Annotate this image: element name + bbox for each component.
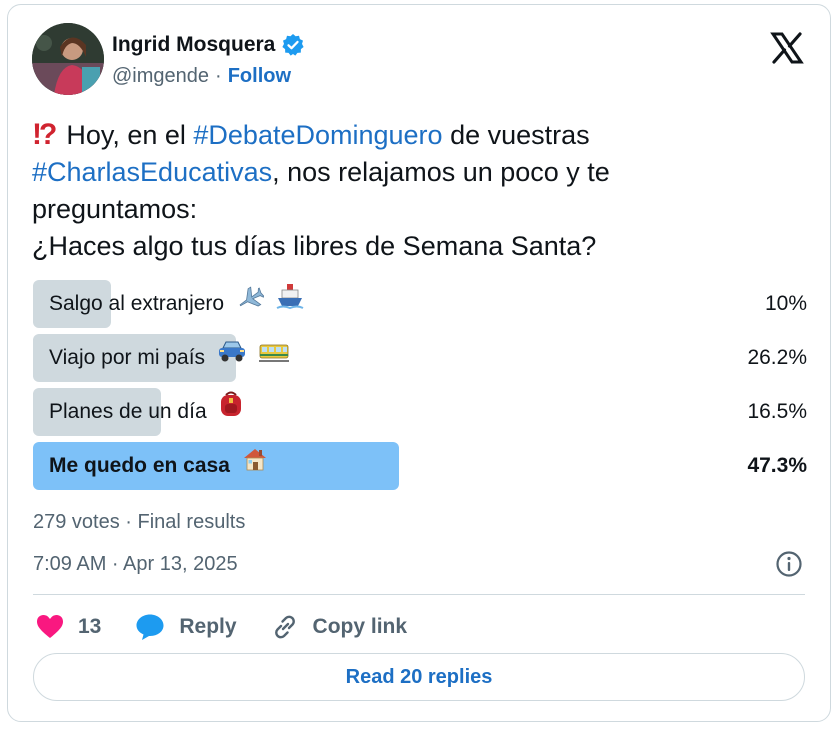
avatar[interactable] — [32, 23, 104, 95]
tweet-text: !? Hoy, en el #DebateDominguero de vuestr… — [32, 116, 812, 265]
poll-option-label: Viajo por mi país — [49, 334, 289, 382]
poll-meta: 279 votes · Final results — [33, 511, 246, 533]
tweet-text-part: , nos relajamos un poco y te — [272, 157, 610, 187]
house-icon — [242, 442, 268, 490]
poll-option-percent: 47.3% — [747, 454, 807, 477]
tweet-text-part: preguntamos: — [32, 194, 198, 224]
poll-option-winner: Me quedo en casa 47.3% — [33, 442, 807, 490]
action-bar: 13 Reply Copy link — [36, 608, 441, 646]
poll-option: Planes de un día 16.5% — [33, 388, 807, 436]
poll-option-text: Viajo por mi país — [49, 346, 206, 369]
reply-button[interactable]: Reply — [135, 613, 237, 641]
tram-icon — [258, 334, 289, 382]
handle-separator: · — [215, 65, 222, 87]
backpack-icon — [218, 388, 244, 436]
exclamation-question-icon: !? — [32, 118, 57, 151]
tweet-card: Ingrid Mosquera @imgende · Follow !? Hoy… — [7, 4, 831, 722]
poll-option-percent: 26.2% — [747, 346, 807, 369]
poll-option-percent: 10% — [764, 292, 807, 315]
poll-option-text: Planes de un día — [49, 400, 207, 423]
like-button[interactable]: 13 — [36, 614, 101, 640]
tweet-text-part: de vuestras — [442, 120, 590, 150]
read-replies-button[interactable]: Read 20 replies — [33, 653, 805, 701]
reply-bubble-icon — [135, 613, 165, 641]
poll-option-text: Salgo al extranjero — [49, 292, 225, 315]
poll-option: Salgo al extranjero 10% — [33, 280, 807, 328]
car-icon — [217, 334, 247, 382]
tweet-timestamp[interactable]: 7:09 AM · Apr 13, 2025 — [33, 553, 238, 576]
poll-option-percent: 16.5% — [747, 400, 807, 423]
poll-option-text: Me quedo en casa — [49, 454, 230, 477]
copy-link-label: Copy link — [312, 615, 408, 638]
reply-label: Reply — [179, 615, 237, 638]
author-handle[interactable]: @imgende — [112, 65, 209, 88]
poll-option-label: Planes de un día — [49, 388, 244, 436]
poll-option-label: Me quedo en casa — [49, 442, 268, 490]
copy-link-button[interactable]: Copy link — [271, 613, 408, 641]
poll: Salgo al extranjero 10% Viajo por mi paí… — [33, 280, 807, 496]
verified-badge-icon — [281, 33, 305, 57]
link-icon — [271, 613, 299, 641]
author-block: Ingrid Mosquera @imgende · Follow — [112, 31, 305, 88]
hashtag-debatedominguero[interactable]: #DebateDominguero — [193, 120, 442, 150]
airplane-icon — [236, 280, 265, 328]
poll-option: Viajo por mi país 26.2% — [33, 334, 807, 382]
follow-button[interactable]: Follow — [228, 65, 291, 88]
tweet-header: Ingrid Mosquera @imgende · Follow — [32, 23, 810, 97]
heart-icon — [36, 614, 64, 640]
author-name[interactable]: Ingrid Mosquera — [112, 33, 275, 57]
info-icon[interactable] — [774, 549, 804, 579]
poll-option-label: Salgo al extranjero — [49, 280, 304, 328]
like-count: 13 — [78, 615, 102, 638]
ship-icon — [276, 280, 304, 328]
divider — [33, 594, 805, 595]
x-logo-icon[interactable] — [770, 31, 804, 65]
hashtag-charlaseducativas[interactable]: #CharlasEducativas — [32, 157, 272, 187]
tweet-text-part: ¿Haces algo tus días libres de Semana Sa… — [32, 231, 597, 261]
tweet-text-part: Hoy, en el — [66, 120, 194, 150]
